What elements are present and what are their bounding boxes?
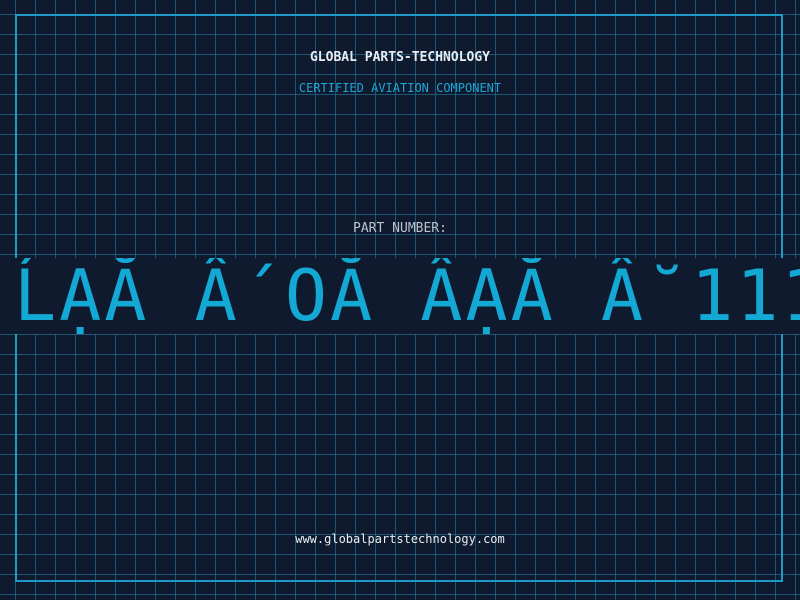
part-number-label: PART NUMBER: [353,221,447,236]
website-url: www.globalpartstechnology.com [295,532,505,546]
certification-subtitle: CERTIFIED AVIATION COMPONENT [298,81,502,95]
part-number-value: ĹẠĂ Â´OĂ ÂẠĂ Â˘111 [14,258,800,334]
part-number-band: ĹẠĂ Â´OĂ ÂẠĂ Â˘111 [0,258,800,334]
company-name: GLOBAL PARTS-TECHNOLOGY [309,50,490,65]
label-canvas: GLOBAL PARTS-TECHNOLOGY CERTIFIED AVIATI… [0,0,800,600]
